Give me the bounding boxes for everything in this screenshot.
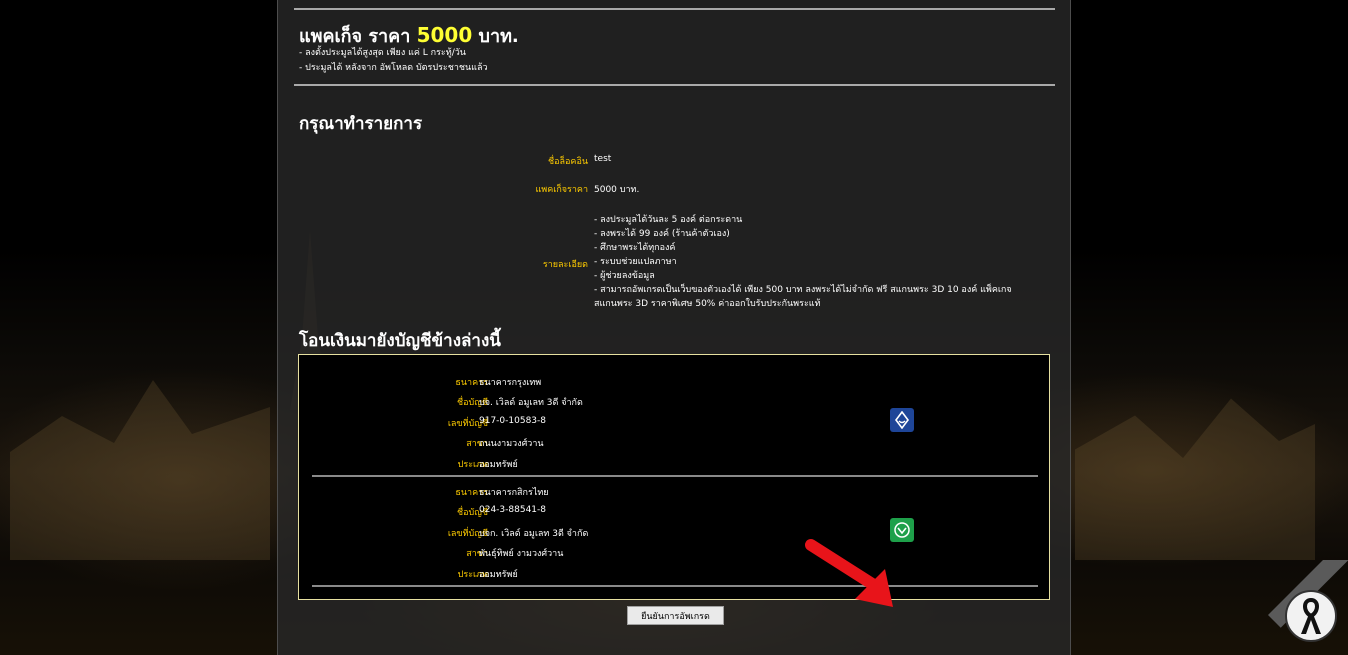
account-number-value: บจก. เวิลด์ อมูเลท 3ดี จำกัด <box>479 529 589 539</box>
package-price-label: แพคเก็จราคา <box>535 185 588 195</box>
details-label: รายละเอียด <box>542 260 588 270</box>
transfer-heading: โอนเงินมายังบัญชีข้างล่างนี้ <box>299 331 501 351</box>
detail-item: - ลงพระได้ 99 องค์ (ร้านค้าตัวเอง) <box>594 229 730 239</box>
detail-item: - ผู้ช่วยลงข้อมูล <box>594 271 655 281</box>
divider <box>294 84 1055 86</box>
branch-value: พันธุ์ทิพย์ งามวงศ์วาน <box>479 549 564 559</box>
package-title-prefix: แพคเก็จ ราคา <box>299 26 411 47</box>
package-title-suffix: บาท. <box>478 26 519 47</box>
branch-value: ถนนงามวงศ์วาน <box>479 439 544 449</box>
package-price: 5000 <box>416 23 473 47</box>
red-arrow-icon <box>805 539 893 607</box>
details-list: - ลงประมูลได้วันละ 5 องค์ ต่อกระดาน - ลง… <box>594 213 1012 311</box>
detail-item: สแกนพระ 3D ราคาพิเศษ 50% ค่าออกใบรับประก… <box>594 299 821 309</box>
account-name-value: 024-3-88541-8 <box>479 505 547 515</box>
main-panel: แพคเก็จ ราคา 5000 บาท. - ลงตั้งประมูลได้… <box>277 0 1071 655</box>
bangkok-bank-icon <box>890 408 914 432</box>
bank-value: ธนาคารกรุงเทพ <box>479 378 542 388</box>
account-type-value: ออมทรัพย์ <box>479 570 518 580</box>
confirm-upgrade-button[interactable]: ยืนยันการอัพเกรด <box>627 606 724 625</box>
account-name-value: บจ. เวิลด์ อมูเลท 3ดี จำกัด <box>479 398 583 408</box>
bank-accounts-box: ธนาคาร ธนาคารกรุงเทพ ชื่อบัญชี บจ. เวิลด… <box>298 354 1050 600</box>
package-price-value: 5000 บาท. <box>594 185 640 195</box>
bank-separator <box>312 585 1038 587</box>
account-number-value: 917-0-10583-8 <box>479 416 547 426</box>
temple-silhouette-right <box>1075 398 1315 560</box>
detail-item: - ลงประมูลได้วันละ 5 องค์ ต่อกระดาน <box>594 215 743 225</box>
bank-value: ธนาคารกสิกรไทย <box>479 488 549 498</box>
temple-silhouette-left <box>10 380 270 560</box>
mourning-ribbon-icon <box>1285 590 1337 642</box>
divider <box>294 8 1055 10</box>
login-label: ชื่อล็อคอิน <box>547 157 588 167</box>
detail-item: - สามารถอัพเกรดเป็นเว็บของตัวเองได้ เพีย… <box>594 285 1012 295</box>
login-value: test <box>594 154 612 164</box>
package-note: - ลงตั้งประมูลได้สูงสุด เพียง แค่ L กระท… <box>299 48 466 58</box>
account-type-value: ออมทรัพย์ <box>479 460 518 470</box>
package-note: - ประมูลได้ หลังจาก อัพโหลด บัตรประชาชนแ… <box>299 63 488 73</box>
detail-item: - ศึกษาพระได้ทุกองค์ <box>594 243 676 253</box>
bank-separator <box>312 475 1038 477</box>
detail-item: - ระบบช่วยแปลภาษา <box>594 257 677 267</box>
form-heading: กรุณาทำรายการ <box>299 114 423 134</box>
